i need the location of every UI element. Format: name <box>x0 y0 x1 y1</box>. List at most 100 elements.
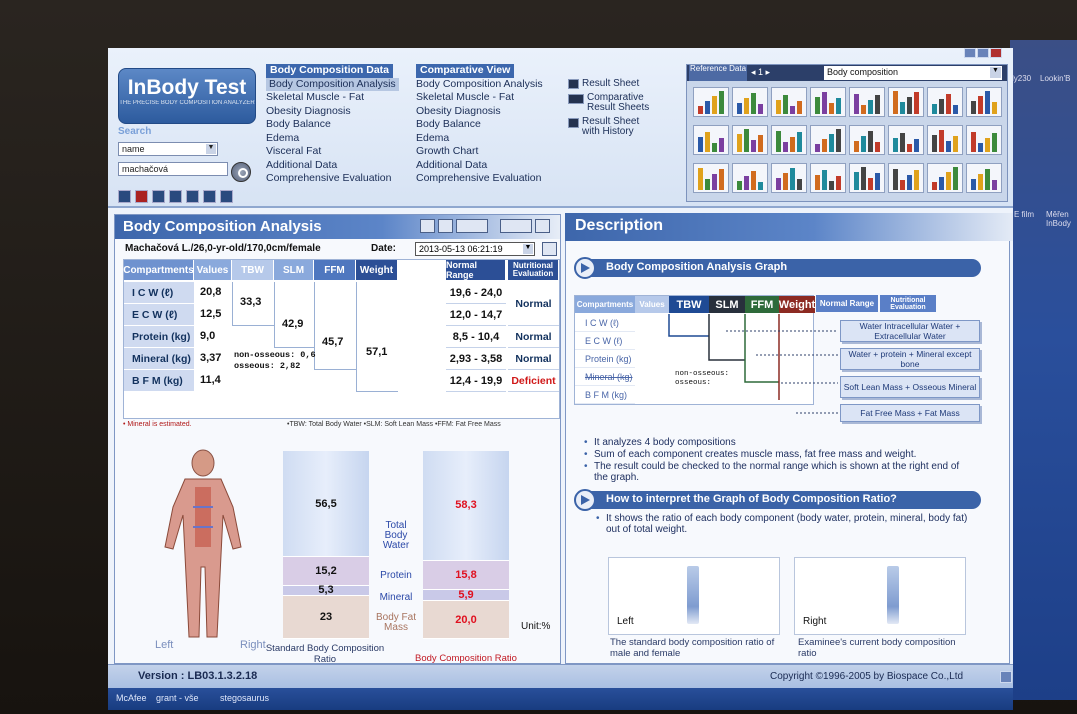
desktop-icon-label[interactable]: E film <box>1014 210 1034 219</box>
thumbnail-glyph <box>776 178 781 190</box>
reference-thumbnail[interactable] <box>732 125 768 155</box>
date-select[interactable]: 2013-05-13 06:21:19 ▼ <box>415 242 535 256</box>
menu-item[interactable]: Edema <box>266 132 399 146</box>
menu-item[interactable]: Edema <box>416 132 543 146</box>
reference-thumbnail[interactable] <box>888 163 924 193</box>
reference-thumbnail[interactable] <box>732 87 768 117</box>
ratio-segment: 56,5 <box>283 451 369 558</box>
desktop-icon-label[interactable]: Lookin'B <box>1040 74 1070 83</box>
sheets-icon <box>568 94 584 104</box>
calendar-icon[interactable] <box>542 242 557 256</box>
menu-item[interactable]: Additional Data <box>266 159 399 173</box>
reference-thumbnail[interactable] <box>693 125 729 155</box>
thumbnail-glyph <box>900 102 905 114</box>
menu-item[interactable]: Growth Chart <box>416 145 543 159</box>
thumbnail-glyph <box>861 136 866 152</box>
taskbar-item[interactable]: McAfee <box>116 693 147 703</box>
print-icon[interactable] <box>220 190 233 203</box>
history-result-button[interactable]: Result Sheet with History <box>568 117 655 137</box>
reference-thumbnail[interactable] <box>849 125 885 155</box>
reference-thumbnail[interactable] <box>849 87 885 117</box>
menu-item[interactable]: Obesity Diagnosis <box>416 105 543 119</box>
search-button[interactable] <box>231 162 251 182</box>
menu-item[interactable]: Body Composition Analysis <box>416 78 543 92</box>
menu-item[interactable]: Obesity Diagnosis <box>266 105 399 119</box>
taskbar-item[interactable]: stegosaurus <box>220 693 269 703</box>
reference-thumbnail[interactable] <box>927 87 963 117</box>
value-icw: 20,8 <box>200 286 222 298</box>
chevron-down-icon[interactable]: ▼ <box>990 67 1001 78</box>
menu-item[interactable]: Body Balance <box>266 118 399 132</box>
thumbnail-glyph <box>893 91 898 114</box>
desktop-icon-label[interactable]: ly230 <box>1012 74 1031 83</box>
menu-item[interactable]: Comprehensive Evaluation <box>416 172 543 186</box>
view-icon[interactable] <box>420 219 435 233</box>
value-osseous: osseous: 2,82 <box>234 361 301 371</box>
reference-thumbnail[interactable] <box>732 163 768 193</box>
compare-icon[interactable] <box>500 219 532 233</box>
thumbnail-glyph <box>744 129 749 152</box>
reference-thumbnail[interactable] <box>810 163 846 193</box>
delete-icon[interactable] <box>135 190 148 203</box>
thumbnail-glyph <box>939 177 944 190</box>
reference-thumbnail[interactable] <box>927 163 963 193</box>
unit-label: Unit:% <box>521 621 551 632</box>
taskbar-item[interactable]: grant - vše <box>156 693 199 703</box>
menu-item[interactable]: Visceral Fat <box>266 145 399 159</box>
analysis-panel: Body Composition Analysis Machačová L./2… <box>114 214 561 665</box>
menu-item[interactable]: Comprehensive Evaluation <box>266 172 399 186</box>
chevron-down-icon[interactable]: ▼ <box>523 244 533 254</box>
thumbnail-glyph <box>776 100 781 114</box>
reference-thumbnail[interactable] <box>849 163 885 193</box>
reference-thumbnail[interactable] <box>771 125 807 155</box>
print-icon[interactable] <box>535 219 550 233</box>
menu-item[interactable]: Additional Data <box>416 159 543 173</box>
reference-thumbnail[interactable] <box>966 125 1002 155</box>
maximize-icon[interactable] <box>977 48 989 58</box>
menu-item[interactable]: Body Balance <box>416 118 543 132</box>
reference-thumbnail[interactable] <box>693 163 729 193</box>
minimize-icon[interactable] <box>964 48 976 58</box>
home-icon[interactable] <box>118 190 131 203</box>
thumbnail-glyph <box>914 170 919 190</box>
evaluation-water: Normal <box>508 282 559 326</box>
info-icon[interactable] <box>1000 671 1012 683</box>
menu-item[interactable]: Body Composition Analysis <box>266 77 399 91</box>
reference-thumbnail[interactable] <box>771 163 807 193</box>
reference-thumbnail[interactable] <box>966 163 1002 193</box>
reference-thumbnail[interactable] <box>966 87 1002 117</box>
menu-item[interactable]: Skeletal Muscle - Fat <box>416 91 543 105</box>
thumbnail-glyph <box>868 131 873 152</box>
search-input[interactable]: machačová <box>118 162 228 176</box>
reference-thumbnail[interactable] <box>888 125 924 155</box>
chevron-down-icon[interactable]: ▼ <box>206 144 216 154</box>
reference-pager[interactable]: ◂ 1 ▸ <box>751 67 770 78</box>
reference-thumbnail[interactable] <box>771 87 807 117</box>
close-icon[interactable] <box>990 48 1002 58</box>
compare-icon[interactable] <box>456 219 488 233</box>
upload-icon[interactable] <box>169 190 182 203</box>
reference-dropdown[interactable]: Body composition ▼ <box>824 66 1002 80</box>
thumbnail-glyph <box>861 105 866 114</box>
help-icon[interactable] <box>203 190 216 203</box>
thumbnail-glyph <box>932 135 937 152</box>
card-left-label: Left <box>617 616 634 627</box>
thumbnail-glyph <box>815 97 820 114</box>
comparative-result-button[interactable]: Comparative Result Sheets <box>568 93 655 113</box>
list-icon[interactable] <box>152 190 165 203</box>
view-icon[interactable] <box>438 219 453 233</box>
reference-thumbnail[interactable] <box>810 125 846 155</box>
thumbnail-glyph <box>868 100 873 114</box>
menu-item[interactable]: Skeletal Muscle - Fat <box>266 91 399 105</box>
date-label: Date: <box>371 243 397 254</box>
reference-thumbnail[interactable] <box>927 125 963 155</box>
undo-icon[interactable] <box>186 190 199 203</box>
reference-thumbnail[interactable] <box>693 87 729 117</box>
thumbnail-glyph <box>822 139 827 152</box>
reference-thumbnail[interactable] <box>888 87 924 117</box>
desktop-icon-label[interactable]: Měřen InBody <box>1046 210 1074 228</box>
result-sheet-button[interactable]: Result Sheet <box>568 78 655 89</box>
reference-thumbnail[interactable] <box>810 87 846 117</box>
normal-range: 12,0 - 14,7 <box>446 304 506 326</box>
search-field-select[interactable]: name ▼ <box>118 142 218 156</box>
